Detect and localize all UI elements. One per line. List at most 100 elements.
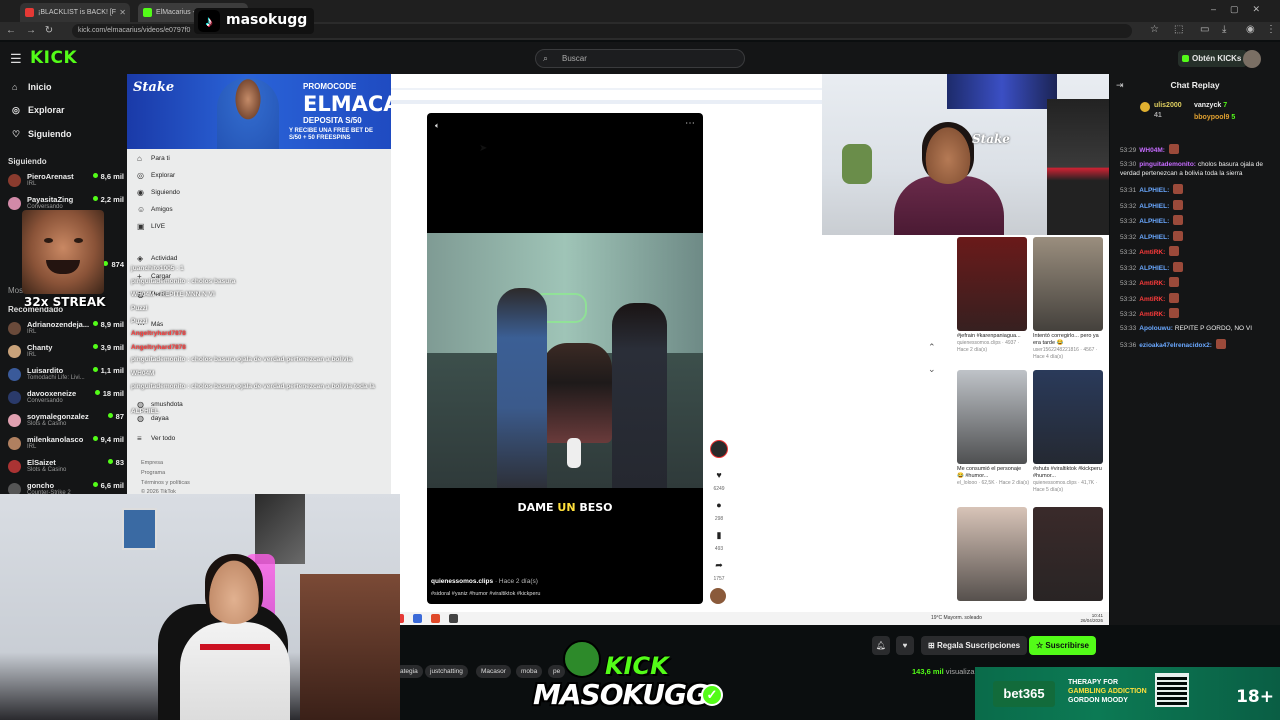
related-video-thumbnail[interactable]	[957, 370, 1027, 464]
thumbnail-caption[interactable]: #jefrain #karenpaniagua... quienessomos.c…	[957, 333, 1029, 354]
comment-icon[interactable]: ●	[712, 500, 726, 510]
message-user[interactable]: AmtiRK:	[1139, 280, 1165, 287]
bell-icon[interactable]: 🔔︎	[872, 636, 890, 655]
tiktok-nav-item[interactable]: ☺ Amigos	[137, 205, 173, 214]
stream-tag[interactable]: Macasor	[476, 665, 511, 678]
tiktok-nav-item[interactable]: ◉ Siguiendo	[137, 188, 180, 197]
avatar	[8, 460, 21, 473]
list-item[interactable]: milenkanolasco IRL 9,4 mil	[8, 434, 124, 454]
nav-explorar[interactable]: ◎ Explorar	[12, 105, 65, 115]
following-account[interactable]: ◍ smushdota	[137, 400, 183, 409]
app-icon[interactable]	[449, 614, 458, 623]
get-kicks-button[interactable]: Obtén KICKs	[1178, 50, 1248, 67]
related-video-thumbnail[interactable]	[1033, 370, 1103, 464]
list-item[interactable]: Chanty IRL 3,9 mil	[8, 342, 124, 362]
message-user[interactable]: AmtiRK:	[1139, 249, 1165, 256]
app-icon[interactable]	[431, 614, 440, 623]
nav-siguiendo[interactable]: ♡ Siguiendo	[12, 129, 72, 139]
message-user[interactable]: AmtiRK:	[1139, 296, 1165, 303]
related-video-thumbnail[interactable]	[1033, 507, 1103, 601]
window-controls[interactable]: –▢✕	[1211, 4, 1274, 15]
show-more-link[interactable]: Mos	[8, 286, 23, 295]
thumbnail-caption[interactable]: #shuts #viraltiktok #kickperu #humor... q…	[1033, 466, 1105, 494]
tiktok-video-player[interactable]: 🔈︎ ⋯ DAME UN BESO quienessomos.clips · H…	[427, 113, 703, 604]
message-user[interactable]: WH04M:	[1139, 147, 1165, 154]
kick-logo[interactable]: KICK	[30, 48, 77, 68]
thumbnail-caption[interactable]: Me consumió el personaje 😂 #humor... el_l…	[957, 466, 1029, 487]
emote-icon	[1173, 230, 1184, 241]
message-user[interactable]: ALPHIEL:	[1139, 187, 1169, 194]
message-user[interactable]: AmtiRK:	[1139, 311, 1165, 318]
forward-icon[interactable]: →	[24, 24, 38, 38]
app-icon[interactable]	[413, 614, 422, 623]
browser-tab[interactable]: ¡BLACKLIST is BACK! [F ✕	[20, 3, 130, 22]
more-icon[interactable]: ⋯	[685, 118, 695, 129]
footer-link[interactable]: Términos y políticas	[141, 480, 190, 486]
video-hashtags[interactable]: #sidoral #yaniz #humor #viraltiktok #kic…	[431, 591, 540, 597]
gift-leader[interactable]: bboypool9 5	[1194, 114, 1235, 121]
list-item[interactable]: PieroArenast IRL 8,6 mil	[8, 171, 124, 191]
heart-icon[interactable]: ♥	[712, 470, 726, 480]
message-user[interactable]: ALPHIEL:	[1139, 203, 1169, 210]
related-video-thumbnail[interactable]	[1033, 237, 1103, 331]
nav-inicio[interactable]: ⌂ Inicio	[12, 82, 52, 92]
overlay-chat-line: Puzzl	[131, 305, 148, 312]
gift-leader[interactable]: ulis2000	[1154, 102, 1182, 109]
subscribe-button[interactable]: ☆ Suscribirse	[1029, 636, 1096, 655]
nav-label: Inicio	[28, 82, 52, 92]
chat-message: 53:31 ALPHIEL:	[1120, 184, 1276, 195]
sidepanel-icon[interactable]: ▭	[1200, 24, 1209, 35]
search-input[interactable]: ⌕ Buscar	[535, 49, 745, 68]
message-user[interactable]: pinguitademonito:	[1139, 161, 1196, 168]
related-video-thumbnail[interactable]	[957, 237, 1027, 331]
chevron-down-icon[interactable]: ⌄	[928, 364, 936, 375]
gift-subs-button[interactable]: ⊞ Regala Suscripciones	[921, 636, 1028, 655]
volume-icon[interactable]: 🔈︎	[435, 121, 440, 131]
footer-link[interactable]: Empresa	[141, 460, 163, 466]
close-icon[interactable]: ✕	[119, 3, 126, 22]
message-user[interactable]: Apolouwu:	[1139, 325, 1173, 332]
thumbnail-caption[interactable]: Intentó corregirlo... pero ya era tarde …	[1033, 333, 1105, 361]
share-icon[interactable]: ➦	[712, 560, 726, 571]
hamburger-icon[interactable]: ☰	[10, 51, 22, 67]
stake-promo-banner[interactable]: Stake PROMOCODE ELMACA DEPOSITA S/50 Y R…	[127, 74, 391, 149]
caption-text: Me consumió el personaje 😂 #humor...	[957, 466, 1022, 479]
star-icon[interactable]: ☆	[1150, 24, 1159, 35]
message-user[interactable]: ALPHIEL:	[1139, 234, 1169, 241]
tiktok-sidebar: ⌂ Para ti ◎ Explorar ◉ Siguiendo ☺ Amigos ▣ LIVE ◈…	[127, 149, 391, 495]
download-icon[interactable]: ⤓	[1222, 24, 1226, 35]
stream-tag[interactable]: justchatting	[425, 665, 468, 678]
bookmark-icon[interactable]: ▮	[712, 530, 726, 541]
list-item[interactable]: davooxeneize Conversando 18 mil	[8, 388, 124, 408]
message-user[interactable]: ezioaka47elrenacidox2:	[1139, 342, 1212, 349]
chevron-up-icon[interactable]: ⌃	[928, 342, 936, 353]
tiktok-nav-item[interactable]: ▣ LIVE	[137, 222, 165, 231]
reload-icon[interactable]: ↻	[42, 24, 56, 38]
related-video-thumbnail[interactable]	[957, 507, 1027, 601]
list-item[interactable]: Adrianozendeja... IRL 8,9 mil	[8, 319, 124, 339]
list-item[interactable]: ElSaizet Slots & Casino 83	[8, 457, 124, 477]
tiktok-nav-item[interactable]: ◎ Explorar	[137, 171, 175, 180]
heart-icon[interactable]: ♥	[896, 636, 914, 655]
menu-icon[interactable]: ⋮	[1266, 24, 1276, 35]
channel-name: Chanty	[27, 343, 53, 352]
see-all-link[interactable]: ≡ Ver todo	[137, 434, 175, 443]
bet365-ad[interactable]: bet365 THERAPY FOR GAMBLING ADDICTION GORD…	[975, 667, 1280, 720]
footer-link[interactable]: Programa	[141, 470, 165, 476]
message-user[interactable]: ALPHIEL:	[1139, 265, 1169, 272]
list-item[interactable]: Luisardito Tomodachi Life: Livi... 1,1 mil	[8, 365, 124, 385]
gift-leader[interactable]: vanzyck 7	[1194, 102, 1227, 109]
back-icon[interactable]: ←	[4, 24, 18, 38]
tiktok-nav-item[interactable]: ◈ Actividad	[137, 254, 177, 263]
list-item[interactable]: soymalegonzalez Slots & Casino 87	[8, 411, 124, 431]
profile-icon[interactable]: ◉	[1246, 24, 1255, 35]
extensions-icon[interactable]: ⬚	[1174, 24, 1183, 35]
avatar[interactable]	[1243, 50, 1261, 68]
message-user[interactable]: ALPHIEL:	[1139, 218, 1169, 225]
avatar[interactable]	[710, 440, 728, 458]
sound-disc-icon[interactable]	[710, 588, 726, 604]
gift-user: ulis2000	[1154, 102, 1182, 109]
tiktok-nav-item[interactable]: ⌂ Para ti	[137, 154, 170, 163]
following-account[interactable]: ◍ dayaa	[137, 414, 169, 423]
video-author[interactable]: quienessomos.clips · Hace 2 día(s)	[431, 578, 538, 585]
